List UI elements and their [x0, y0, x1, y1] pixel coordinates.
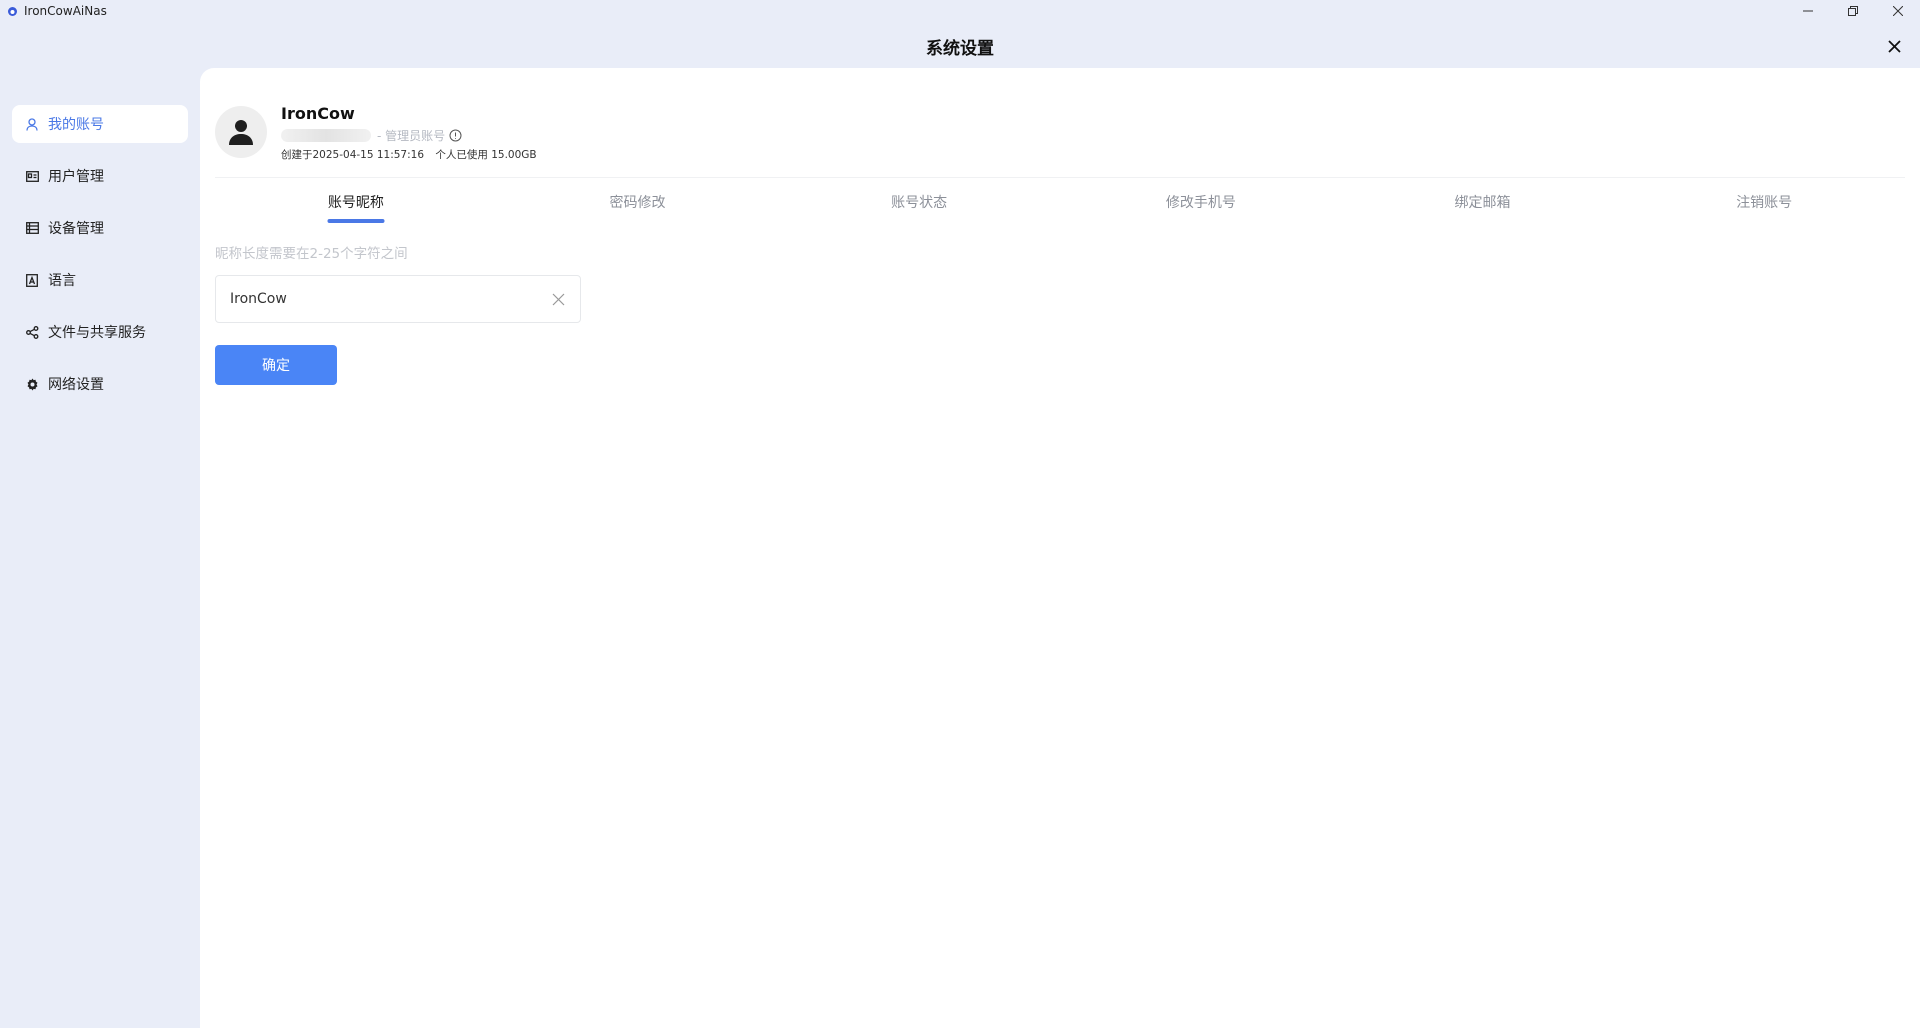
device-list-icon: [25, 221, 39, 235]
app-title: IronCowAiNas: [24, 4, 107, 18]
dialog-close-button[interactable]: [1882, 34, 1906, 58]
avatar: [215, 106, 267, 158]
restore-icon: [1847, 6, 1858, 16]
sidebar-item-language[interactable]: 语言: [12, 261, 188, 299]
sidebar-item-my-account[interactable]: 我的账号: [12, 105, 188, 143]
profile-created: 创建于2025-04-15 11:57:16: [281, 149, 425, 161]
language-icon: [25, 273, 39, 287]
dialog-title: 系统设置: [926, 38, 994, 59]
sidebar: 我的账号 用户管理 设备管理 语言 文件与共享服务 网络设置: [12, 105, 188, 417]
restore-button[interactable]: [1830, 0, 1875, 22]
profile-header: IronCow - 管理员账号 创建于2025-04-15 11:57:16 个…: [215, 104, 545, 162]
sidebar-item-label: 网络设置: [48, 377, 104, 393]
window-controls: [1785, 0, 1920, 22]
profile-role: - 管理员账号: [377, 129, 446, 143]
sidebar-item-file-sharing[interactable]: 文件与共享服务: [12, 313, 188, 351]
window-close-button[interactable]: [1875, 0, 1920, 22]
tab-account-status[interactable]: 账号状态: [778, 178, 1060, 226]
profile-username: IronCow: [281, 104, 355, 123]
share-icon: [25, 325, 39, 339]
profile-usage: 个人已使用 15.00GB: [435, 149, 537, 161]
clear-input-button[interactable]: [542, 283, 574, 315]
tab-bind-email[interactable]: 绑定邮箱: [1342, 178, 1624, 226]
account-tabs: 账号昵称 密码修改 账号状态 修改手机号 绑定邮箱 注销账号: [215, 178, 1905, 226]
minimize-button[interactable]: [1785, 0, 1830, 22]
user-icon: [25, 117, 39, 131]
tab-password[interactable]: 密码修改: [497, 178, 779, 226]
sidebar-item-label: 文件与共享服务: [48, 325, 146, 341]
window-titlebar: IronCowAiNas: [0, 0, 1920, 22]
close-icon: [1892, 6, 1903, 16]
profile-meta: 创建于2025-04-15 11:57:16 个人已使用 15.00GB: [281, 147, 545, 162]
app-logo-icon: [6, 5, 18, 17]
profile-info: IronCow - 管理员账号 创建于2025-04-15 11:57:16 个…: [281, 104, 545, 162]
sidebar-item-label: 用户管理: [48, 169, 104, 185]
nickname-field: [215, 275, 581, 323]
sidebar-item-device-management[interactable]: 设备管理: [12, 209, 188, 247]
nickname-hint: 昵称长度需要在2-25个字符之间: [215, 246, 408, 262]
id-card-icon: [25, 169, 39, 183]
dialog-header: 系统设置: [0, 26, 1920, 66]
sidebar-item-label: 语言: [48, 273, 76, 289]
sidebar-item-label: 设备管理: [48, 221, 104, 237]
sidebar-item-label: 我的账号: [48, 117, 104, 133]
gear-icon: [25, 377, 39, 391]
tab-nickname[interactable]: 账号昵称: [215, 178, 497, 226]
sidebar-item-network-settings[interactable]: 网络设置: [12, 365, 188, 403]
tab-change-phone[interactable]: 修改手机号: [1060, 178, 1342, 226]
main-panel: IronCow - 管理员账号 创建于2025-04-15 11:57:16 个…: [200, 68, 1920, 1028]
close-icon: [1887, 39, 1901, 53]
info-icon[interactable]: [449, 129, 462, 142]
minimize-icon: [1802, 10, 1813, 12]
sidebar-item-user-management[interactable]: 用户管理: [12, 157, 188, 195]
masked-account-id: [281, 129, 371, 142]
profile-role-row: - 管理员账号: [281, 127, 545, 144]
person-icon: [229, 120, 253, 145]
clear-icon: [552, 293, 564, 305]
confirm-button[interactable]: 确定: [215, 345, 337, 385]
tab-delete-account[interactable]: 注销账号: [1623, 178, 1905, 226]
nickname-input[interactable]: [216, 291, 542, 307]
